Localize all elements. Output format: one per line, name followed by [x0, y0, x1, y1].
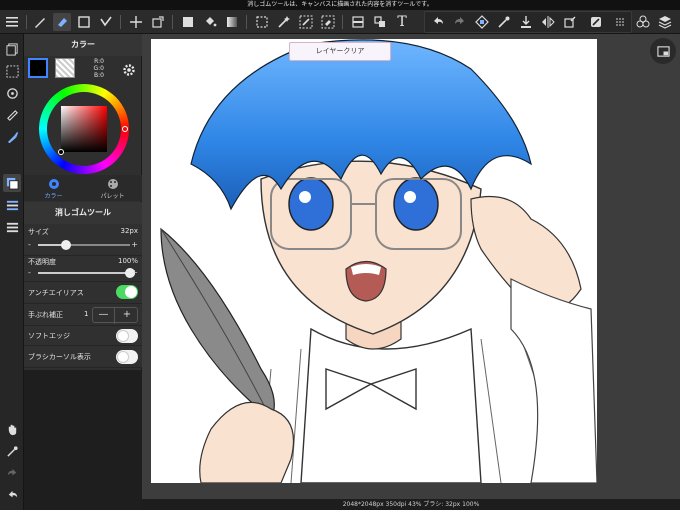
select-pen-icon[interactable] [297, 13, 315, 31]
brush-panel-icon[interactable] [3, 128, 21, 146]
eraser-icon[interactable] [53, 13, 71, 31]
rotate-icon[interactable] [3, 84, 21, 102]
artwork-illustration [160, 39, 597, 483]
gradient-icon[interactable] [223, 13, 241, 31]
clear-layer-button[interactable]: レイヤークリア [289, 42, 391, 61]
background-color-swatch[interactable] [55, 58, 75, 78]
stabilizer-minus-button[interactable]: — [93, 308, 115, 324]
tab-palette[interactable]: パレット [83, 175, 142, 201]
hue-cursor[interactable] [122, 126, 128, 132]
action-toolbar [424, 11, 632, 33]
rgb-g: G:0 [93, 65, 105, 72]
dropper-icon[interactable] [495, 13, 513, 31]
size-plus[interactable]: + [131, 240, 138, 249]
bucket-icon[interactable] [201, 13, 219, 31]
saturation-value-square[interactable] [61, 106, 107, 152]
opacity-minus[interactable]: - [28, 268, 31, 277]
transform-icon[interactable] [149, 13, 167, 31]
undo-side-icon[interactable] [3, 486, 21, 504]
color-panel-toggle-icon[interactable] [3, 174, 21, 192]
redo-side-icon[interactable] [3, 464, 21, 482]
flip-icon[interactable] [539, 13, 557, 31]
select-arrow-icon[interactable] [97, 13, 115, 31]
size-minus[interactable]: - [28, 240, 31, 249]
opacity-plus[interactable]: + [131, 268, 138, 277]
palette-icon [107, 179, 118, 189]
selection-rect-icon[interactable] [75, 13, 93, 31]
eyedropper-icon[interactable] [3, 442, 21, 460]
magic-wand-icon[interactable] [275, 13, 293, 31]
tab-color[interactable]: カラー [24, 175, 83, 201]
brush-list-icon[interactable] [3, 218, 21, 236]
redo-icon[interactable] [451, 13, 469, 31]
size-setting: サイズ 32px - + [24, 224, 142, 256]
tool-panel-title: 消しゴムツール [24, 202, 142, 224]
undo-icon[interactable] [429, 13, 447, 31]
foreground-color-swatch[interactable] [28, 58, 48, 78]
soft-edge-toggle[interactable] [116, 329, 138, 343]
hand-icon[interactable] [3, 420, 21, 438]
navigator-icon [656, 45, 670, 57]
soft-edge-setting: ソフトエッジ [24, 326, 142, 346]
size-slider-knob[interactable] [60, 240, 71, 250]
settings-icon[interactable] [587, 13, 605, 31]
move-icon[interactable] [127, 13, 145, 31]
select-eraser-icon[interactable] [319, 13, 337, 31]
gear-icon[interactable] [122, 62, 136, 76]
stabilizer-stepper[interactable]: — + [92, 307, 138, 324]
stabilizer-setting: 手ぶれ補正 1 — + [24, 304, 142, 326]
canvas-info-bar: 2048*2048px 350dpi 43% ブラシ: 32px 100% [142, 499, 680, 510]
tool-property-icon[interactable] [3, 196, 21, 214]
layers-panel-icon[interactable] [3, 40, 21, 58]
rgb-readout: R:0 G:0 B:0 [76, 58, 105, 79]
paint-tool-icon[interactable] [473, 13, 491, 31]
antialias-toggle[interactable] [116, 285, 138, 299]
color-tabs: カラー パレット [24, 175, 142, 201]
color-picker-cursor[interactable] [58, 149, 64, 155]
pen-icon[interactable] [31, 13, 49, 31]
text-icon[interactable]: T [393, 13, 411, 31]
color-panel-title: カラー [24, 34, 142, 56]
stabilizer-value: 1 [84, 310, 89, 318]
layers-icon[interactable] [656, 13, 674, 31]
opacity-setting: 不透明度 100% - + [24, 256, 142, 282]
materials-icon[interactable] [634, 13, 652, 31]
status-message: 消しゴムツールは、キャンバスに描画された内容を消すツールです。 [0, 0, 680, 10]
ruler-icon[interactable] [3, 106, 21, 124]
text-cut-icon[interactable] [371, 13, 389, 31]
canvas-icon[interactable] [561, 13, 579, 31]
brush-cursor-toggle[interactable] [116, 350, 138, 364]
brush-cursor-setting: ブラシカーソル表示 [24, 346, 142, 368]
stabilizer-plus-button[interactable]: + [116, 308, 138, 324]
antialias-setting: アンチエイリアス [24, 282, 142, 304]
scale-icon[interactable] [517, 13, 535, 31]
rgb-r: R:0 [94, 58, 104, 65]
color-circle-icon [48, 179, 59, 189]
lasso-select-icon[interactable] [253, 13, 271, 31]
color-wheel[interactable] [39, 84, 129, 174]
selection-panel-icon[interactable] [3, 62, 21, 80]
opacity-slider[interactable] [38, 268, 135, 278]
left-tool-strip [0, 34, 24, 510]
app-window: 消しゴムツールは、キャンバスに描画された内容を消すツールです。 T カラー R:… [0, 0, 680, 510]
navigator-button[interactable] [650, 38, 676, 64]
drawing-canvas[interactable] [151, 39, 597, 483]
fill-icon[interactable] [179, 13, 197, 31]
menu-icon[interactable] [3, 13, 21, 31]
rgb-b: B:0 [94, 72, 104, 79]
size-slider[interactable] [38, 240, 130, 250]
top-toolbar: T [0, 10, 680, 34]
grid-icon[interactable] [611, 13, 629, 31]
filter-icon[interactable] [349, 13, 367, 31]
